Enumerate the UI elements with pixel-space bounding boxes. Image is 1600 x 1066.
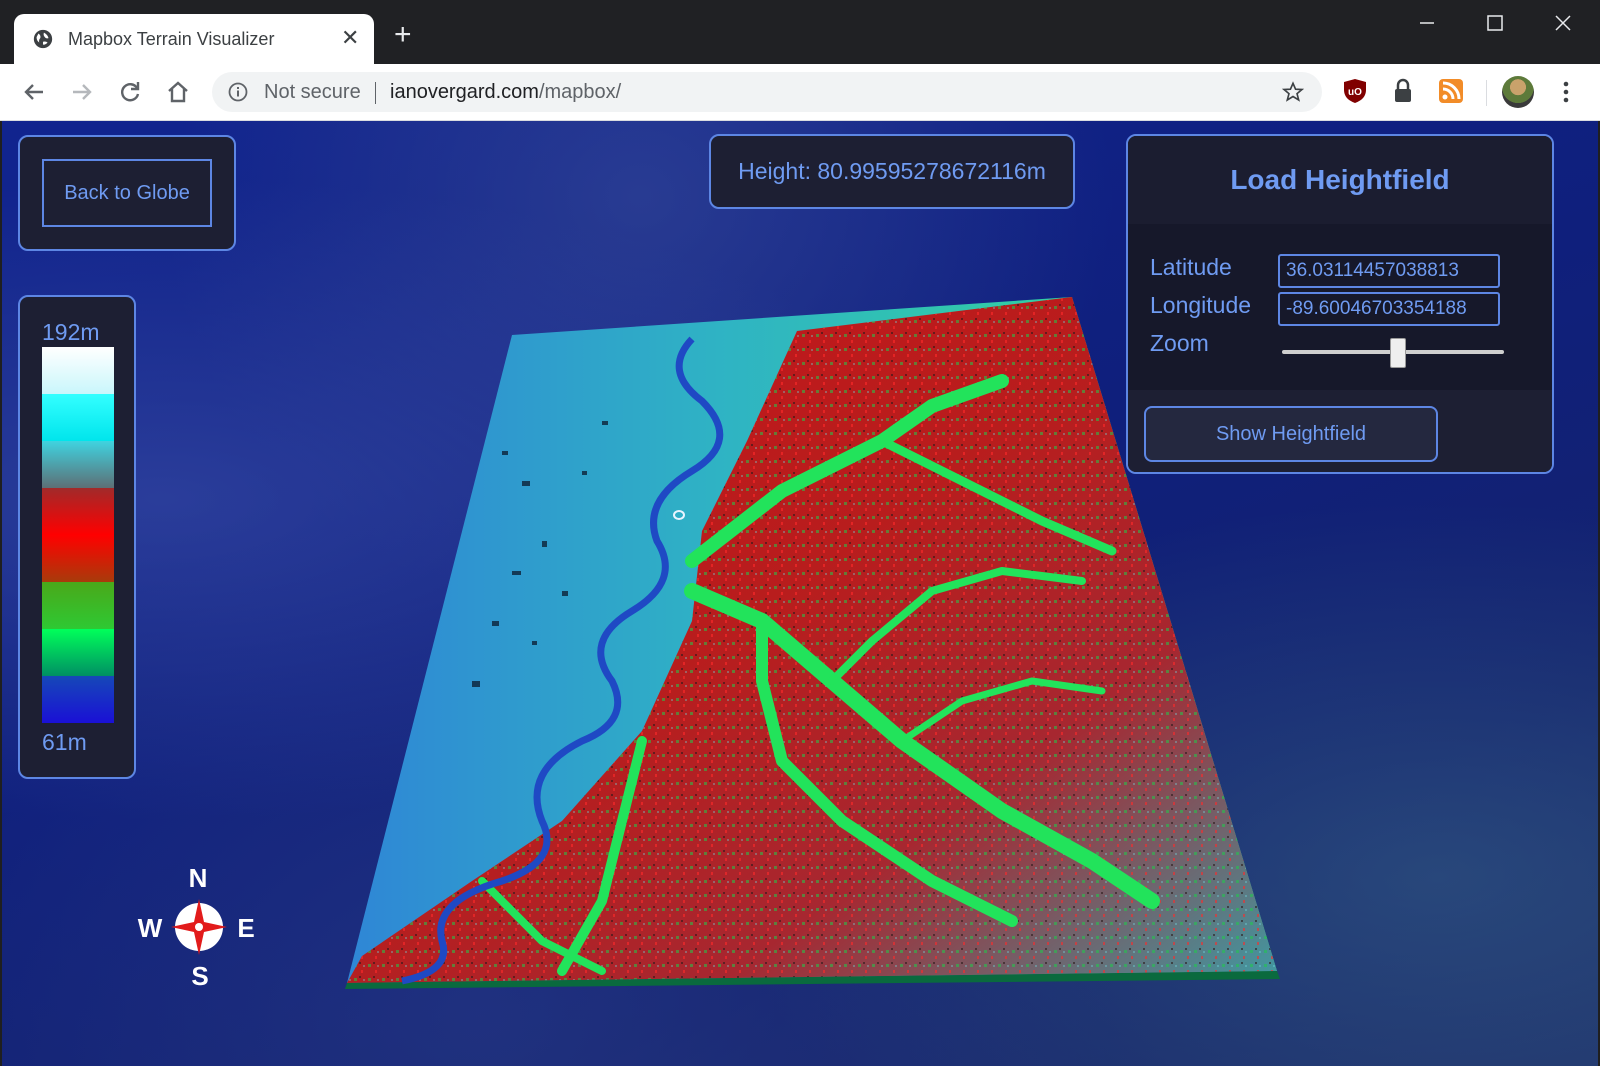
back-arrow-icon[interactable] (18, 76, 50, 108)
url-text[interactable]: ianovergard.com/mapbox/ (390, 81, 621, 104)
rss-icon[interactable] (1438, 78, 1464, 104)
compass-south: S (191, 961, 208, 991)
terrain-viewport[interactable]: Back to Globe Height: 80.99595278672116m… (2, 121, 1598, 1066)
info-icon[interactable] (228, 82, 248, 102)
svg-text:uO: uO (1348, 87, 1362, 98)
profile-avatar[interactable] (1502, 76, 1534, 108)
height-readout-panel: Height: 80.99595278672116m (709, 134, 1075, 209)
url-divider (375, 82, 376, 104)
address-bar[interactable]: Not secure ianovergard.com/mapbox/ (212, 72, 1322, 112)
latitude-input[interactable]: 36.03114457038813 (1278, 254, 1500, 288)
url-host: ianovergard.com (390, 81, 539, 103)
browser-tab[interactable]: Mapbox Terrain Visualizer ✕ (14, 14, 374, 64)
legend-max-label: 192m (42, 319, 100, 345)
ublock-icon[interactable]: uO (1342, 78, 1368, 104)
legend-swatch (42, 535, 114, 582)
reload-icon[interactable] (114, 76, 146, 108)
minimize-icon[interactable] (1404, 10, 1450, 40)
load-heightfield-form: Latitude 36.03114457038813 Longitude -89… (1128, 224, 1552, 390)
zoom-slider-thumb[interactable] (1390, 338, 1407, 368)
latitude-label: Latitude (1150, 254, 1232, 280)
legend-swatch (42, 488, 114, 535)
zoom-label: Zoom (1150, 330, 1209, 356)
height-readout: Height: 80.99595278672116m (738, 158, 1046, 184)
more-vert-icon[interactable] (1556, 78, 1576, 106)
home-icon[interactable] (162, 76, 194, 108)
browser-titlebar: Mapbox Terrain Visualizer ✕ + (0, 0, 1600, 64)
compass-west: W (138, 913, 163, 943)
legend-swatch (42, 441, 114, 488)
legend-color-scale (42, 347, 114, 723)
compass-east: E (237, 913, 254, 943)
toolbar-separator (1486, 80, 1487, 106)
show-heightfield-button[interactable]: Show Heightfield (1144, 406, 1438, 462)
new-tab-plus-icon[interactable]: + (394, 20, 412, 50)
back-panel: Back to Globe (18, 135, 236, 251)
lock-icon[interactable] (1390, 78, 1416, 104)
window-close-icon[interactable] (1540, 10, 1586, 40)
forward-arrow-icon[interactable] (66, 76, 98, 108)
legend-swatch (42, 676, 114, 723)
globe-icon (33, 29, 53, 49)
tab-title: Mapbox Terrain Visualizer (68, 29, 275, 49)
load-heightfield-title: Load Heightfield (1128, 136, 1552, 224)
security-label[interactable]: Not secure (264, 81, 361, 104)
back-to-globe-button[interactable]: Back to Globe (42, 159, 212, 227)
url-path: /mapbox/ (538, 81, 622, 103)
browser-toolbar: Not secure ianovergard.com/mapbox/ uO (0, 64, 1600, 121)
elevation-legend: 192m 61m (18, 295, 136, 779)
legend-swatch (42, 347, 114, 394)
legend-min-label: 61m (42, 729, 87, 755)
legend-swatch (42, 582, 114, 629)
load-heightfield-panel: Load Heightfield Latitude 36.03114457038… (1126, 134, 1554, 474)
legend-swatch (42, 394, 114, 441)
maximize-icon[interactable] (1472, 10, 1518, 40)
longitude-label: Longitude (1150, 292, 1252, 318)
load-heightfield-footer: Show Heightfield (1128, 390, 1552, 472)
legend-swatch (42, 629, 114, 676)
compass-rose-icon: N W E S (138, 863, 255, 991)
tab-close-icon[interactable]: ✕ (341, 26, 359, 50)
longitude-input[interactable]: -89.60046703354188 (1278, 292, 1500, 326)
compass-north: N (189, 863, 208, 893)
star-icon[interactable] (1282, 81, 1304, 103)
